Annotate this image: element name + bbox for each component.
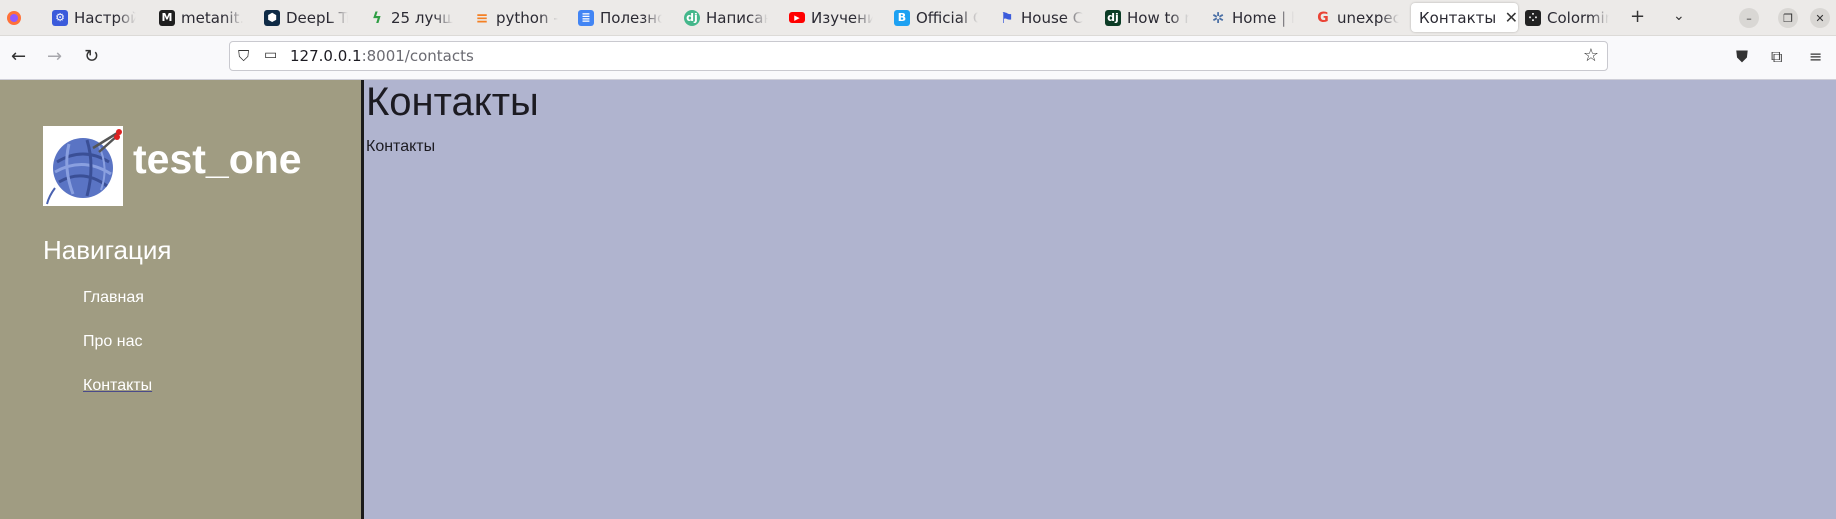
site-title: test_one <box>133 136 302 182</box>
close-window-icon[interactable]: ✕ <box>1810 8 1830 28</box>
shield-icon[interactable]: ⛉ <box>238 47 249 65</box>
tab-settings[interactable]: ⚙ Настройки <box>52 3 136 32</box>
restore-icon[interactable]: ❐ <box>1778 8 1798 28</box>
tab-home[interactable]: ✲ Home | ht <box>1210 3 1294 32</box>
nav-link-home[interactable]: Главная <box>83 289 144 307</box>
pocket-icon[interactable]: ⛊ <box>1736 47 1748 67</box>
tab-house[interactable]: ⚑ House Cl <box>999 3 1083 32</box>
url-host: 127.0.0.1 <box>290 47 362 65</box>
gear-favicon-icon: ✲ <box>1211 8 1225 27</box>
tab-useful[interactable]: ≣ Полезное <box>578 3 662 32</box>
new-tab-icon[interactable]: + <box>1630 6 1645 27</box>
tab-deepl[interactable]: ⬢ DeepL Translate <box>264 3 348 32</box>
bootstrap-favicon-icon: B <box>894 9 910 26</box>
main-content: Контакты Контакты <box>364 80 1836 519</box>
page-title: Контакты <box>366 80 539 124</box>
menu-hamburger-icon[interactable]: ≡ <box>1809 47 1822 66</box>
bolt-favicon-icon: ϟ <box>372 8 382 27</box>
django-dark-favicon-icon: dj <box>1105 9 1121 26</box>
firefox-icon[interactable] <box>6 3 28 32</box>
sidebar: test_one Навигация Главная Про нас Конта… <box>0 80 364 519</box>
settings-favicon-icon: ⚙ <box>52 9 68 26</box>
nav-link-about[interactable]: Про нас <box>83 333 142 351</box>
stackoverflow-favicon-icon: ≡ <box>475 8 489 27</box>
metanit-favicon-icon: M <box>159 9 175 26</box>
address-bar[interactable]: ⛉ ▭ 127.0.0.1:8001/contacts ☆ <box>229 41 1608 71</box>
nav-link-contacts[interactable]: Контакты <box>83 377 152 395</box>
tab-official[interactable]: B Official C <box>894 3 978 32</box>
navigation-toolbar: ← → ↻ ⛉ ▭ 127.0.0.1:8001/contacts ☆ ⛊ ⧉ … <box>0 36 1836 80</box>
close-tab-icon[interactable]: ✕ <box>1505 8 1518 27</box>
tab-writing[interactable]: dj Написание <box>684 3 768 32</box>
minimize-icon[interactable]: – <box>1739 8 1759 28</box>
back-arrow-icon[interactable]: ← <box>11 46 26 67</box>
tab-how-to[interactable]: dj How to m <box>1105 3 1189 32</box>
docs-favicon-icon: ≣ <box>578 9 594 26</box>
url-path: :8001/contacts <box>361 47 474 65</box>
tab-python[interactable]: ≡ python - <box>474 3 558 32</box>
tab-contacts-active[interactable]: Контакты ✕ <box>1411 3 1518 32</box>
page-text: Контакты <box>366 138 436 155</box>
youtube-favicon-icon: ▶ <box>789 12 805 23</box>
extensions-icon[interactable]: ⧉ <box>1771 47 1782 67</box>
tab-metanit[interactable]: M metanit.com <box>159 3 243 32</box>
tab-25-best[interactable]: ϟ 25 лучших <box>369 3 453 32</box>
nav-heading: Навигация <box>43 235 172 265</box>
tab-strip: ⚙ Настройки M metanit.com ⬢ DeepL Transl… <box>0 0 1836 36</box>
colormind-favicon-icon: ⁘ <box>1525 9 1541 26</box>
yarn-ball-icon <box>43 126 123 206</box>
url-text[interactable]: 127.0.0.1:8001/contacts <box>290 47 474 65</box>
reload-icon[interactable]: ↻ <box>84 46 99 67</box>
forward-arrow-icon[interactable]: → <box>47 46 62 67</box>
tab-unexpected[interactable]: G unexpect <box>1315 3 1399 32</box>
tab-learning[interactable]: ▶ Изучение <box>789 3 873 32</box>
page-info-icon[interactable]: ▭ <box>264 47 277 63</box>
bookmark-star-icon[interactable]: ☆ <box>1583 45 1599 66</box>
tab-list-chevron-down-icon[interactable]: ⌄ <box>1673 8 1685 24</box>
flag-favicon-icon: ⚑ <box>1000 8 1014 27</box>
deepl-favicon-icon: ⬢ <box>264 9 280 26</box>
django-favicon-icon: dj <box>684 9 700 26</box>
tab-colormind[interactable]: ⁘ Colormind <box>1525 3 1609 32</box>
google-favicon-icon: G <box>1317 9 1329 26</box>
site-logo <box>43 126 123 206</box>
